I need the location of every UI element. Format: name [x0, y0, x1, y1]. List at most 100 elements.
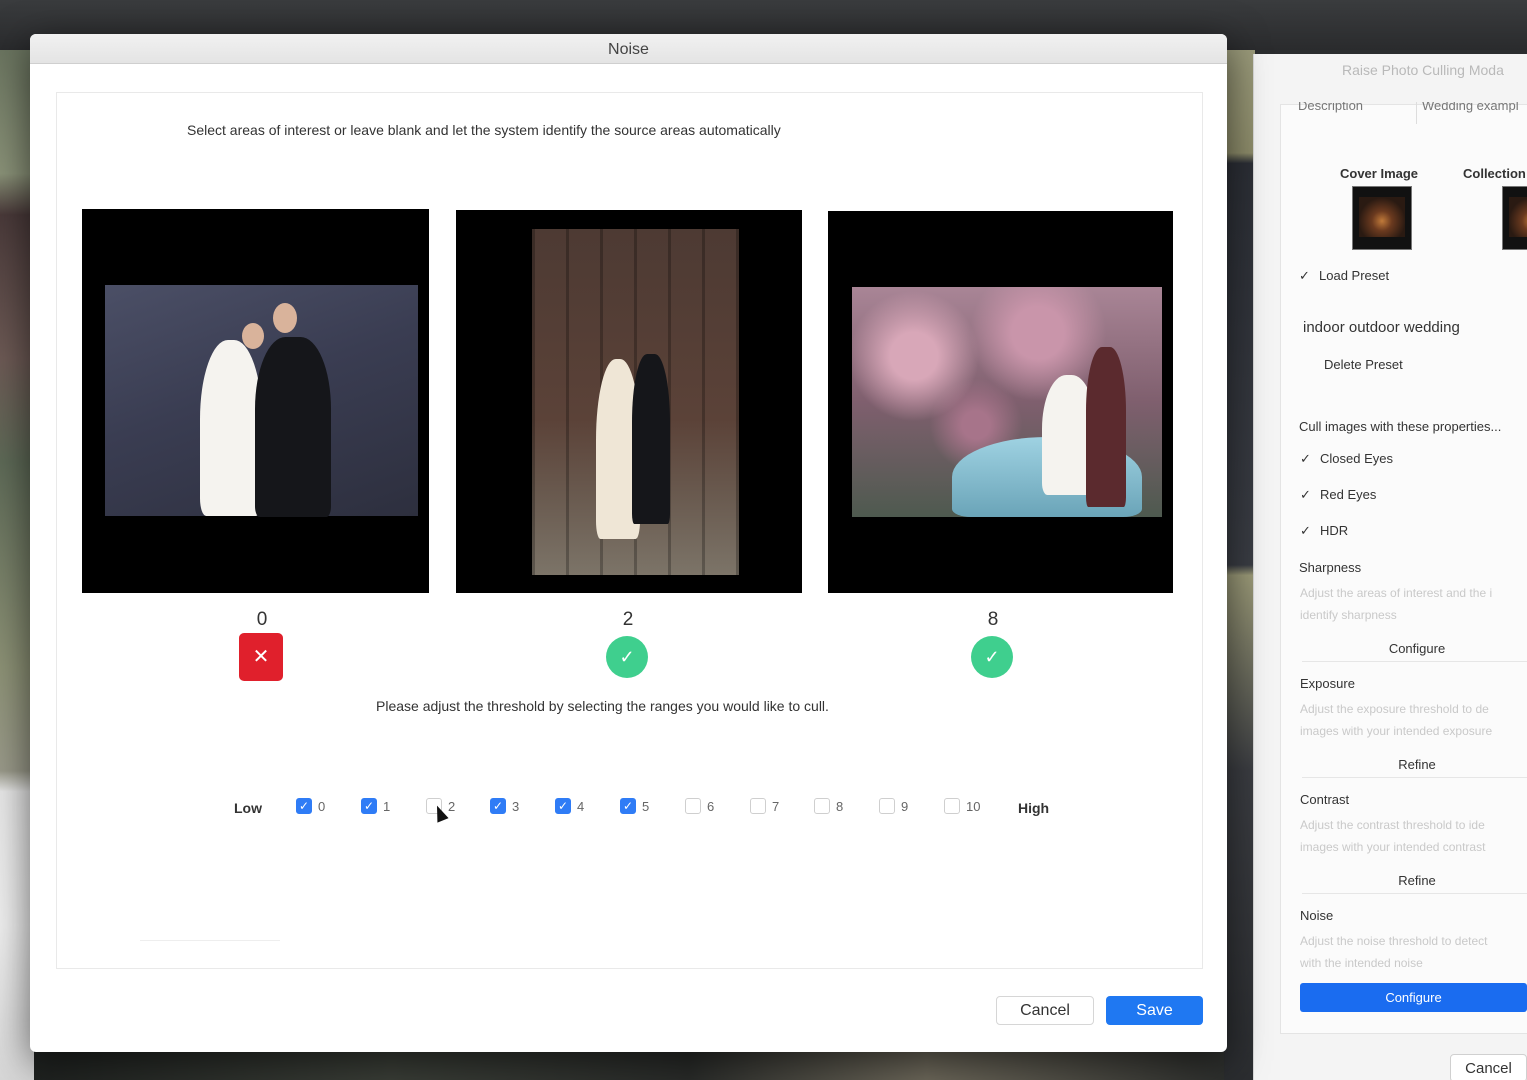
collection-thumbnail[interactable]	[1502, 186, 1527, 250]
threshold-checkbox-4[interactable]: ✓ 4	[555, 798, 584, 814]
threshold-level-label: 0	[318, 798, 326, 814]
checkmark-icon: ✓	[1300, 451, 1311, 466]
load-preset-checkbox[interactable]: ✓ Load Preset	[1299, 268, 1389, 283]
accepted-status-icon[interactable]: ✓	[606, 636, 648, 678]
checkbox-empty-icon[interactable]	[944, 798, 960, 814]
checkmark-icon: ✓	[1300, 487, 1311, 502]
threshold-level-label: 2	[448, 798, 456, 814]
threshold-level-label: 8	[836, 798, 844, 814]
panel-cancel-button[interactable]: Cancel	[1450, 1054, 1527, 1080]
contrast-title: Contrast	[1300, 792, 1350, 807]
closed-eyes-checkbox[interactable]: ✓ Closed Eyes	[1300, 451, 1393, 466]
contrast-desc-line: images with your intended contrast	[1300, 840, 1486, 854]
hdr-label: HDR	[1320, 523, 1349, 538]
dialog-title: Noise	[608, 41, 649, 58]
exposure-desc-line: Adjust the exposure threshold to de	[1300, 702, 1489, 716]
panel-title: Raise Photo Culling Moda	[1342, 62, 1504, 78]
culling-settings-panel: Raise Photo Culling Moda Description Wed…	[1253, 54, 1527, 1080]
threshold-checkbox-10[interactable]: 10	[944, 798, 980, 814]
threshold-checkbox-7[interactable]: 7	[750, 798, 779, 814]
sharpness-configure-button[interactable]: Configure	[1302, 636, 1527, 662]
threshold-checkbox-8[interactable]: 8	[814, 798, 843, 814]
contrast-description: Adjust the contrast threshold to ide ima…	[1300, 814, 1527, 858]
tab-description[interactable]: Description	[1298, 102, 1363, 113]
hdr-checkbox[interactable]: ✓ HDR	[1300, 523, 1348, 538]
exposure-refine-button[interactable]: Refine	[1302, 752, 1527, 778]
wedding-photo	[105, 285, 418, 517]
threshold-level-label: 7	[772, 798, 780, 814]
threshold-level-label: 6	[707, 798, 715, 814]
checkbox-checked-icon[interactable]: ✓	[490, 798, 506, 814]
wedding-photo	[532, 229, 739, 575]
checkmark-icon: ✓	[1300, 523, 1311, 538]
background-photo-column	[1225, 50, 1255, 1080]
exposure-description: Adjust the exposure threshold to de imag…	[1300, 698, 1527, 742]
checkbox-empty-icon[interactable]	[685, 798, 701, 814]
background-photo-strip	[0, 50, 34, 1080]
groom-figure	[632, 354, 670, 524]
checkbox-empty-icon[interactable]	[750, 798, 766, 814]
tab-wedding-example[interactable]: Wedding exampl	[1422, 102, 1519, 113]
rejected-status-icon[interactable]: ✕	[239, 633, 283, 681]
background-photo-row	[34, 1050, 1224, 1080]
red-eyes-checkbox[interactable]: ✓ Red Eyes	[1300, 487, 1376, 502]
instructions-text: Select areas of interest or leave blank …	[187, 122, 781, 138]
collection-label: Collection	[1463, 166, 1526, 181]
closed-eyes-label: Closed Eyes	[1320, 451, 1393, 466]
panel-tabs: Description Wedding exampl	[1272, 102, 1527, 124]
cancel-button[interactable]: Cancel	[996, 996, 1094, 1025]
threshold-level-label: 4	[577, 798, 585, 814]
noise-desc-line: Adjust the noise threshold to detect	[1300, 934, 1488, 948]
scale-low-label: Low	[234, 800, 262, 816]
cover-image-thumbnail[interactable]	[1352, 186, 1412, 250]
checkbox-checked-icon[interactable]: ✓	[620, 798, 636, 814]
exposure-desc-line: images with your intended exposure	[1300, 724, 1493, 738]
groom-figure	[255, 337, 331, 517]
groom-figure	[1086, 347, 1126, 507]
wedding-photo	[852, 287, 1162, 517]
checkbox-checked-icon[interactable]: ✓	[555, 798, 571, 814]
checkbox-empty-icon[interactable]	[814, 798, 830, 814]
divider	[140, 940, 280, 941]
head-figure	[273, 303, 297, 333]
head-figure	[242, 323, 264, 349]
threshold-checkbox-9[interactable]: 9	[879, 798, 908, 814]
photo-preview[interactable]	[828, 211, 1173, 593]
save-button[interactable]: Save	[1106, 996, 1203, 1025]
threshold-instructions: Please adjust the threshold by selecting…	[376, 698, 829, 714]
threshold-checkbox-6[interactable]: 6	[685, 798, 714, 814]
photo-score: 2	[622, 609, 634, 630]
noise-desc-line: with the intended noise	[1300, 956, 1423, 970]
bride-figure	[200, 340, 262, 516]
noise-configure-button[interactable]: Configure	[1300, 983, 1527, 1012]
checkmark-icon: ✓	[1299, 268, 1310, 283]
checkbox-checked-icon[interactable]: ✓	[296, 798, 312, 814]
threshold-checkbox-3[interactable]: ✓ 3	[490, 798, 519, 814]
sharpness-description: Adjust the areas of interest and the i i…	[1300, 582, 1527, 626]
accepted-status-icon[interactable]: ✓	[971, 636, 1013, 678]
tab-divider	[1416, 102, 1417, 124]
delete-preset-button[interactable]: Delete Preset	[1324, 357, 1403, 372]
threshold-level-label: 3	[512, 798, 520, 814]
sharpness-desc-line: Adjust the areas of interest and the i	[1300, 586, 1493, 600]
threshold-checkbox-5[interactable]: ✓ 5	[620, 798, 649, 814]
contrast-refine-button[interactable]: Refine	[1302, 868, 1527, 894]
scale-high-label: High	[1018, 800, 1050, 816]
threshold-level-label: 9	[901, 798, 909, 814]
cover-image-label: Cover Image	[1340, 166, 1419, 181]
photo-preview[interactable]	[456, 210, 802, 593]
checkbox-empty-icon[interactable]	[879, 798, 895, 814]
threshold-checkbox-0[interactable]: ✓ 0	[296, 798, 325, 814]
photo-score: 0	[256, 609, 268, 630]
threshold-level-label: 1	[383, 798, 391, 814]
threshold-checkbox-1[interactable]: ✓ 1	[361, 798, 390, 814]
photo-preview[interactable]	[82, 209, 429, 593]
preset-name-field[interactable]: indoor outdoor wedding	[1303, 319, 1460, 336]
photo-score: 8	[987, 609, 999, 630]
contrast-desc-line: Adjust the contrast threshold to ide	[1300, 818, 1485, 832]
noise-title: Noise	[1300, 908, 1334, 923]
exposure-title: Exposure	[1300, 676, 1355, 691]
dialog-titlebar: Noise	[30, 34, 1227, 64]
checkbox-checked-icon[interactable]: ✓	[361, 798, 377, 814]
red-eyes-label: Red Eyes	[1320, 487, 1377, 502]
